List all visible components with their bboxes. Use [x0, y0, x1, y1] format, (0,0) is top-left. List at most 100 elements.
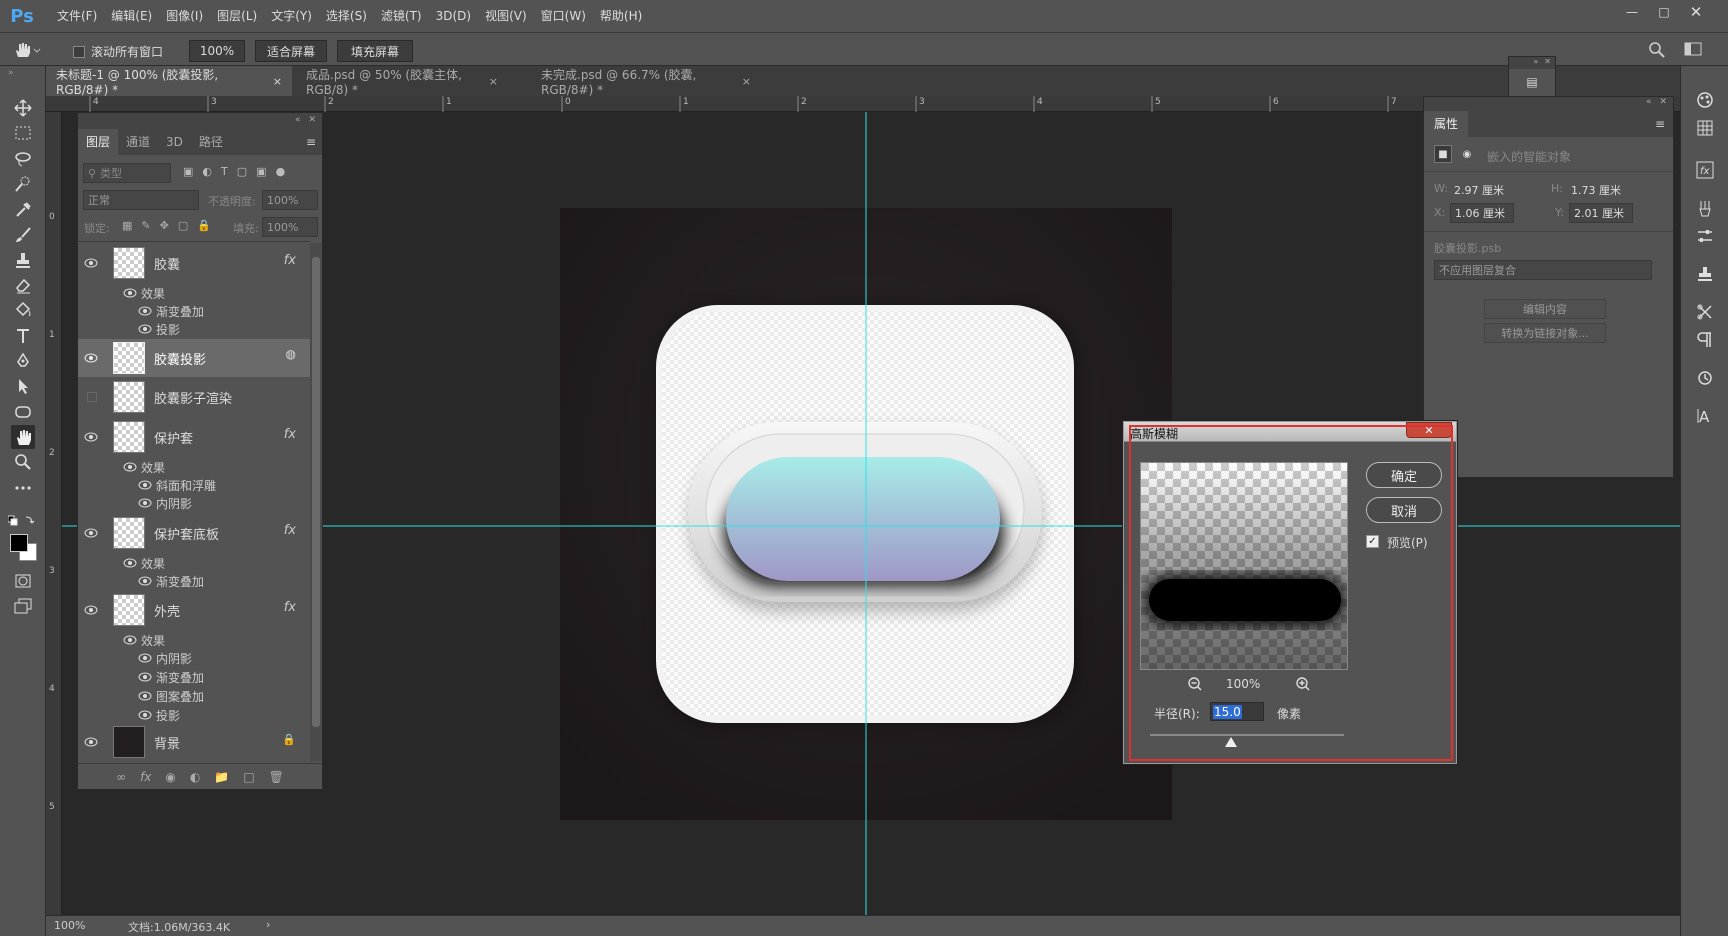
visibility-eye-icon[interactable]: [123, 288, 137, 298]
panel-close-icon[interactable]: ✕: [1544, 57, 1551, 69]
h-value[interactable]: 1.73 厘米: [1571, 182, 1621, 198]
shape-tool-icon[interactable]: [11, 400, 35, 424]
dialog-titlebar[interactable]: 高斯模糊 ✕: [1124, 422, 1456, 442]
fill-screen-button[interactable]: 填充屏幕: [337, 40, 413, 62]
properties-tab[interactable]: 属性: [1424, 111, 1469, 137]
visibility-eye-icon[interactable]: [84, 432, 98, 442]
panel-collapse-icon[interactable]: «: [1646, 97, 1652, 111]
preview-checkbox[interactable]: ✓: [1366, 535, 1379, 548]
blend-mode-select[interactable]: 正常: [83, 190, 199, 210]
status-zoom[interactable]: 100%: [54, 919, 85, 932]
w-value[interactable]: 2.97 厘米: [1454, 182, 1504, 198]
minimize-icon[interactable]: —: [1616, 0, 1648, 24]
panel-collapse-icon[interactable]: »: [8, 68, 14, 78]
radius-slider-thumb[interactable]: [1225, 737, 1238, 747]
menu-item[interactable]: 选择(S): [319, 0, 374, 32]
more-tools-icon[interactable]: [11, 476, 35, 500]
delete-layer-icon[interactable]: 🗑: [269, 770, 284, 784]
default-colors-icon[interactable]: [8, 514, 38, 530]
quick-mask-icon[interactable]: [11, 569, 35, 593]
opacity-field[interactable]: 100%: [262, 190, 318, 210]
tab-3d[interactable]: 3D: [158, 129, 191, 155]
lock-position-icon[interactable]: ✥: [160, 219, 169, 232]
color-swatches[interactable]: [8, 532, 40, 564]
menu-item[interactable]: 窗口(W): [534, 0, 593, 32]
panel-close-icon[interactable]: ✕: [1659, 97, 1667, 111]
link-layers-icon[interactable]: ∞: [116, 770, 126, 784]
visibility-eye-icon[interactable]: [84, 737, 98, 747]
type-tool-icon[interactable]: [11, 324, 35, 348]
edit-contents-button[interactable]: 编辑内容: [1484, 299, 1606, 319]
menu-item[interactable]: 3D(D): [429, 0, 478, 32]
eraser-tool-icon[interactable]: [11, 273, 35, 297]
new-group-icon[interactable]: 📁: [214, 770, 229, 784]
mask-icon[interactable]: ◉: [1458, 145, 1476, 163]
menu-item[interactable]: 视图(V): [478, 0, 534, 32]
x-field[interactable]: 1.06 厘米: [1450, 203, 1514, 223]
cancel-button[interactable]: 取消: [1366, 497, 1442, 523]
panel-collapse-icon[interactable]: »: [1533, 57, 1538, 69]
lock-all-icon[interactable]: 🔒: [197, 219, 211, 232]
tab-layers[interactable]: 图层: [78, 129, 119, 155]
lock-artboard-icon[interactable]: ▢: [178, 219, 188, 232]
layer-row[interactable]: 保护套 fx: [78, 417, 310, 457]
preview-image[interactable]: [1140, 462, 1348, 670]
panel-close-icon[interactable]: ✕: [308, 115, 316, 125]
visibility-eye-icon[interactable]: [84, 353, 98, 363]
color-panel-icon[interactable]: [1693, 88, 1717, 112]
close-icon[interactable]: ✕: [1680, 0, 1712, 24]
zoom-field[interactable]: 100%: [189, 40, 245, 62]
zoom-in-icon[interactable]: [1295, 676, 1311, 692]
path-select-tool-icon[interactable]: [11, 374, 35, 398]
fx-icon[interactable]: fx: [284, 253, 296, 268]
maximize-icon[interactable]: □: [1648, 0, 1680, 24]
tool-presets-icon[interactable]: [1693, 300, 1717, 324]
visibility-eye-icon[interactable]: [138, 306, 152, 316]
layer-row[interactable]: 外壳 fx: [78, 590, 310, 630]
search-icon[interactable]: [1648, 41, 1666, 59]
menu-item[interactable]: 图层(L): [210, 0, 264, 32]
move-tool-icon[interactable]: [11, 96, 35, 120]
layers-scrollbar[interactable]: [310, 243, 322, 761]
pen-tool-icon[interactable]: [11, 349, 35, 373]
add-style-icon[interactable]: fx: [140, 770, 151, 784]
adjustments-panel-icon[interactable]: [1693, 224, 1717, 248]
tab-unfinished[interactable]: 未完成.psd @ 66.7% (胶囊, RGB/8#) * ×: [531, 66, 761, 97]
quick-select-tool-icon[interactable]: [11, 172, 35, 196]
filter-type-icon[interactable]: T: [221, 165, 228, 178]
layer-filter-select[interactable]: ⚲ 类型: [83, 163, 171, 183]
panel-menu-icon[interactable]: ≡: [1655, 111, 1665, 137]
visibility-eye-icon[interactable]: [84, 528, 98, 538]
history-icon[interactable]: [1693, 366, 1717, 390]
styles-panel-icon[interactable]: fx: [1693, 158, 1717, 182]
stamp-tool-icon[interactable]: [11, 248, 35, 272]
layer-row[interactable]: 背景 🔒: [78, 723, 310, 761]
tab-channels[interactable]: 通道: [118, 129, 158, 155]
visibility-eye-icon[interactable]: [138, 480, 152, 490]
visibility-eye-icon[interactable]: [138, 576, 152, 586]
layer-comp-select[interactable]: 不应用图层复合: [1434, 260, 1652, 280]
visibility-eye-icon[interactable]: [123, 635, 137, 645]
scroll-all-checkbox[interactable]: [73, 45, 85, 58]
visibility-eye-icon[interactable]: [84, 605, 98, 615]
fx-icon[interactable]: fx: [284, 600, 296, 615]
tab-finished[interactable]: 成品.psd @ 50% (胶囊主体, RGB/8) * ×: [296, 66, 508, 97]
clone-source-icon[interactable]: [1693, 262, 1717, 286]
fill-field[interactable]: 100%: [262, 217, 318, 237]
convert-linked-button[interactable]: 转换为链接对象...: [1484, 323, 1606, 343]
status-arrow-icon[interactable]: ›: [266, 918, 270, 931]
menu-item[interactable]: 编辑(E): [104, 0, 159, 32]
radius-slider-track[interactable]: [1150, 734, 1344, 736]
swatches-panel-icon[interactable]: [1693, 116, 1717, 140]
filter-smart-icon[interactable]: ▣: [256, 165, 266, 178]
visibility-off-box[interactable]: [87, 392, 97, 402]
menu-item[interactable]: 文件(F): [50, 0, 104, 32]
lock-pixels-icon[interactable]: ✎: [141, 219, 150, 232]
layer-row[interactable]: 保护套底板 fx: [78, 513, 310, 553]
visibility-eye-icon[interactable]: [138, 691, 152, 701]
visibility-eye-icon[interactable]: [84, 258, 98, 268]
tab-untitled[interactable]: 未标题-1 @ 100% (胶囊投影, RGB/8#) * ×: [46, 66, 292, 97]
panel-collapse-icon[interactable]: «: [295, 115, 301, 125]
tab-paths[interactable]: 路径: [191, 129, 231, 155]
visibility-eye-icon[interactable]: [138, 672, 152, 682]
